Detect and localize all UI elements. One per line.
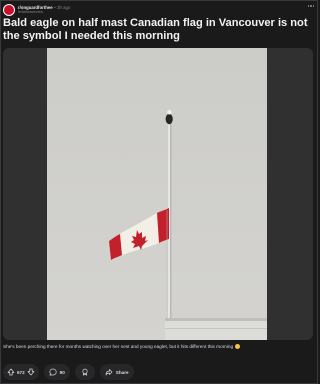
eagle-flag-photo [47,48,267,340]
post-media[interactable] [3,48,313,340]
post-caption: She's been perching there for months wat… [3,344,315,350]
upvote-arrow-icon[interactable] [7,368,15,376]
vote-control: 672 [3,364,39,380]
award-button[interactable] [74,364,95,380]
vote-count: 672 [17,369,25,375]
post-header: r/onguardforthee • 3h ago fellatheatrevi… [3,3,314,17]
award-icon [82,368,88,376]
action-bar: 672 90 Share [3,364,134,380]
sad-face-emoji-icon [235,344,241,349]
comment-bubble-icon [49,368,57,376]
downvote-arrow-icon[interactable] [27,368,35,376]
share-arrow-icon [105,369,113,376]
share-button[interactable]: Share [99,364,134,380]
more-options-icon[interactable] [306,2,316,10]
comment-count: 90 [59,369,65,375]
share-label: Share [115,369,129,375]
post-time: 3h ago [57,4,71,10]
caption-text: She's been perching there for months wat… [3,344,234,349]
comments-button[interactable]: 90 [43,364,70,380]
meta-separator: • [54,4,56,10]
post-title[interactable]: Bald eagle on half mast Canadian flag in… [3,17,311,43]
subreddit-avatar-icon[interactable] [3,4,15,16]
post-author[interactable]: fellatheatreview [18,10,70,15]
post-meta: r/onguardforthee • 3h ago fellatheatrevi… [18,4,71,15]
